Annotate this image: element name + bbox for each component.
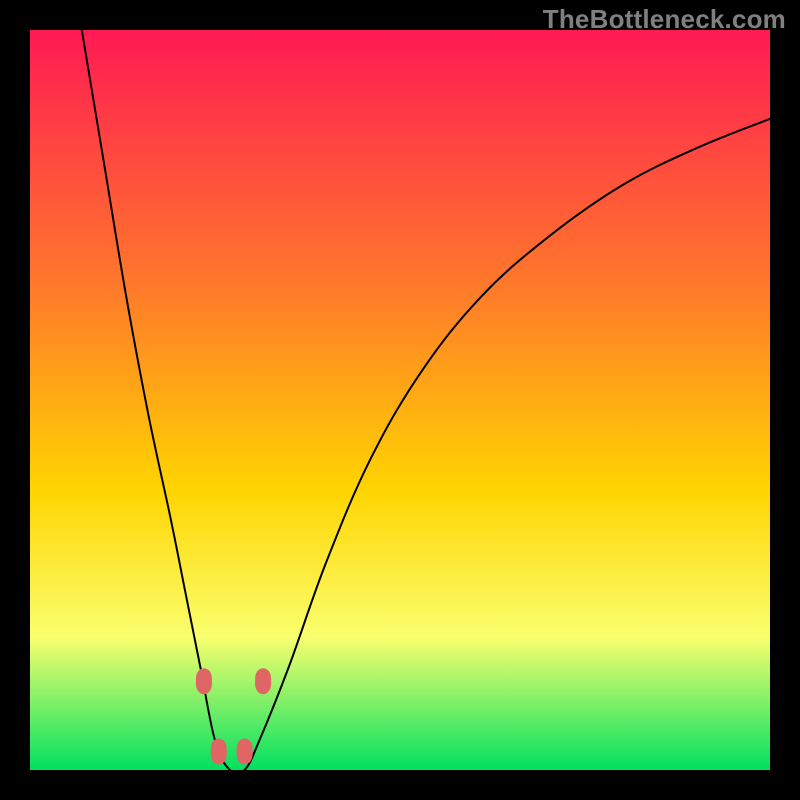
bottleneck-chart xyxy=(30,30,770,770)
curve-marker xyxy=(237,739,253,765)
watermark-text: TheBottleneck.com xyxy=(543,4,786,35)
curve-marker xyxy=(211,739,227,765)
curve-marker xyxy=(196,668,212,694)
gradient-background xyxy=(30,30,770,770)
curve-marker xyxy=(255,668,271,694)
chart-frame: TheBottleneck.com xyxy=(0,0,800,800)
